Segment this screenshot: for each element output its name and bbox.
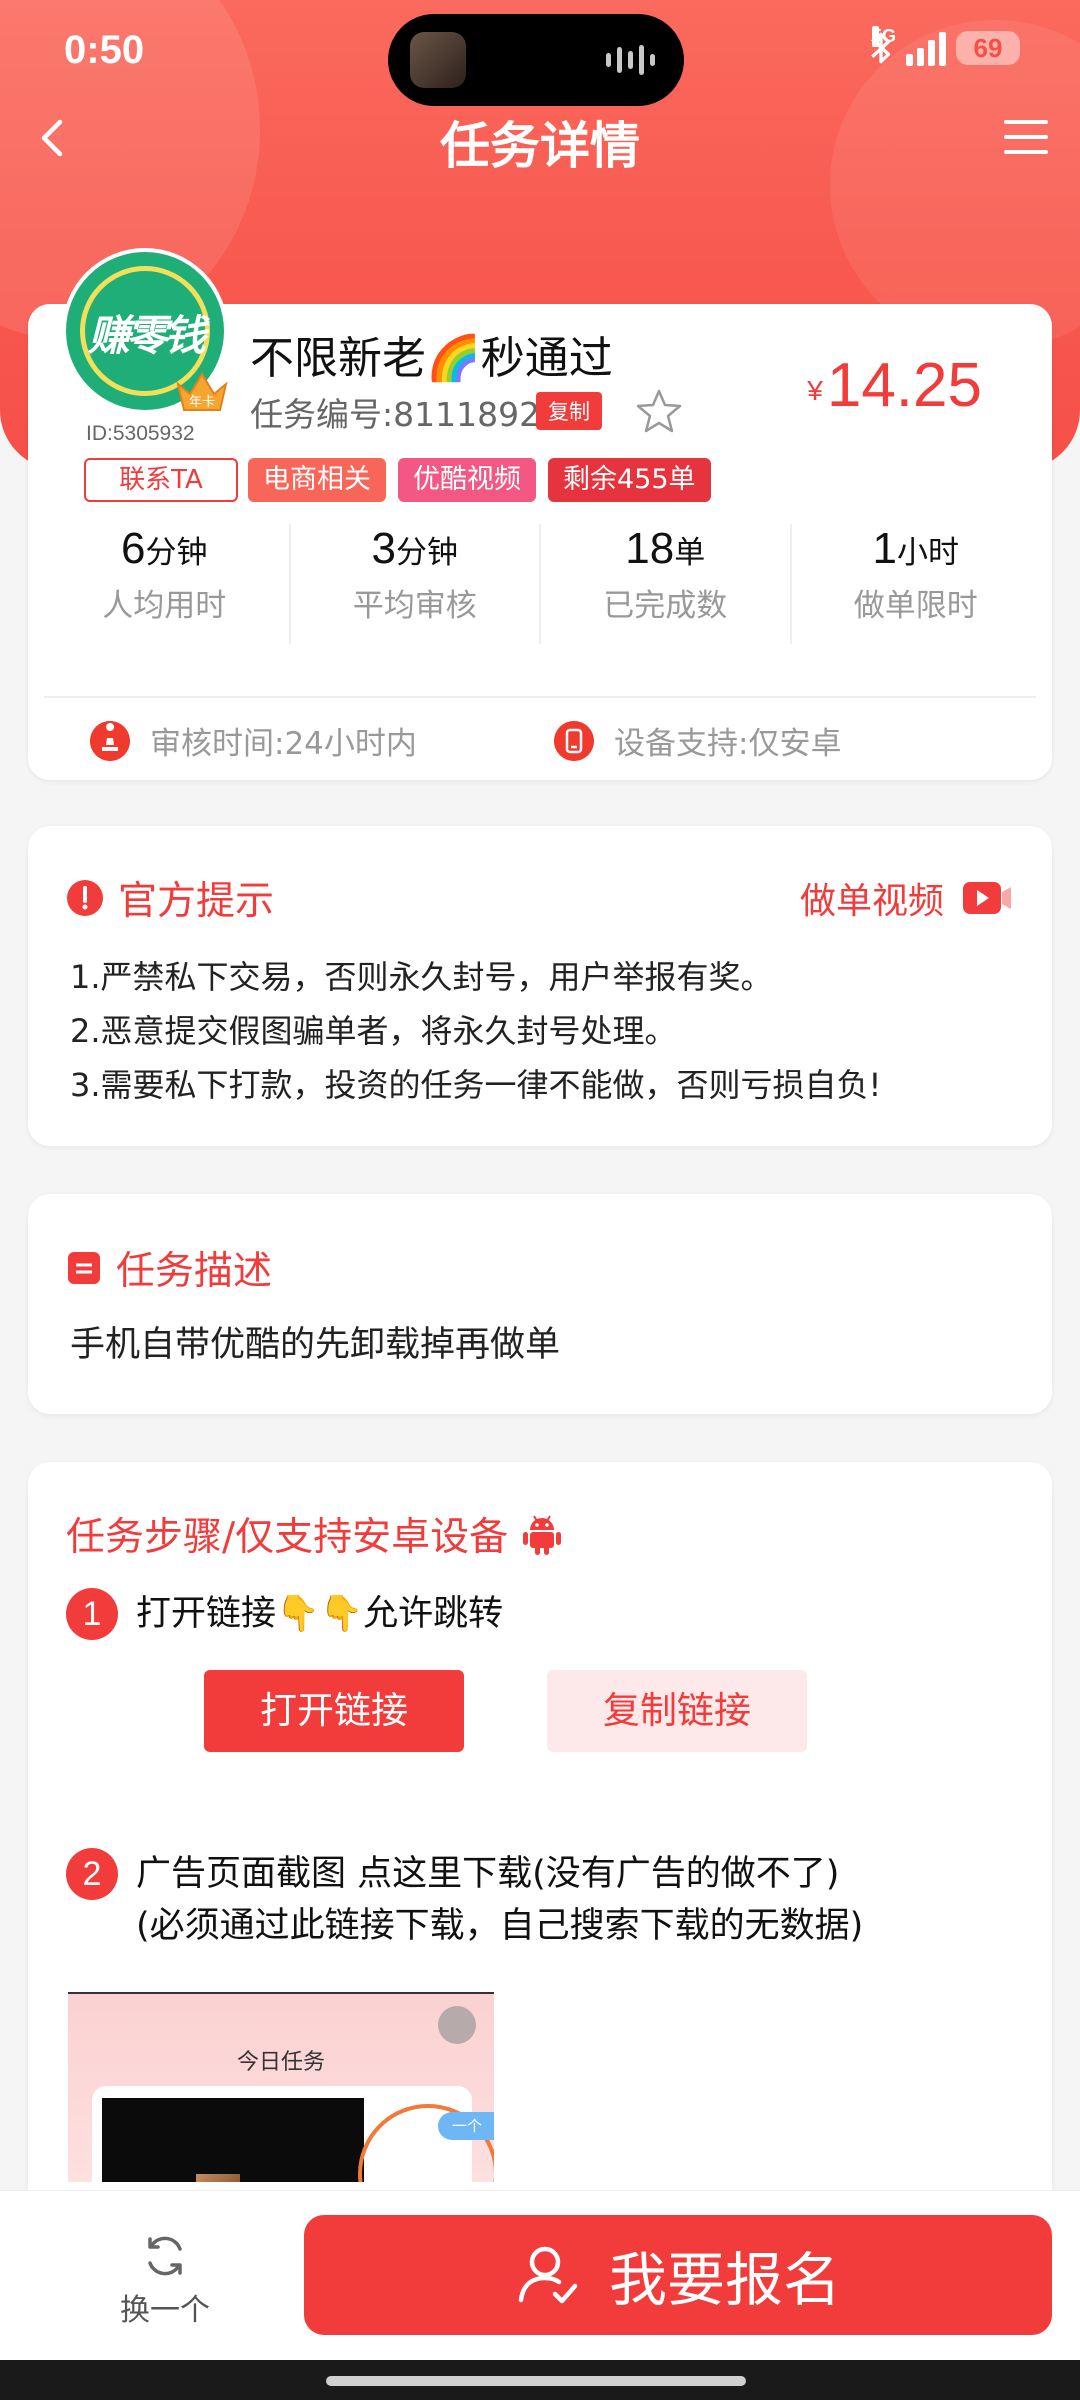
switch-label: 换一个	[120, 2293, 210, 2328]
notice-item: 3.需要私下打款，投资的任务一律不能做，否则亏损自负!	[70, 1066, 882, 1104]
media-thumbnail	[410, 32, 466, 88]
signup-label: 我要报名	[608, 2246, 841, 2314]
battery-percent: 69	[973, 33, 1003, 63]
task-title: 不限新老🌈秒通过	[250, 333, 613, 384]
steps-title: 任务步骤/仅支持安卓设备	[66, 1515, 509, 1560]
step-2[interactable]: 2 广告页面截图 点这里下载(没有广告的做不了) (必须通过此链接下载，自己搜索…	[66, 1848, 863, 1952]
review-time: 审核时间:24小时内	[90, 718, 417, 763]
document-icon	[68, 1252, 100, 1284]
stat-completed: 18单 已完成数	[541, 524, 792, 644]
status-time: 0:50	[64, 28, 145, 72]
user-check-icon	[518, 2246, 578, 2304]
stat-value: 1	[872, 524, 897, 573]
video-link-label: 做单视频	[799, 881, 944, 922]
alert-icon	[67, 880, 103, 916]
device-support-text: 设备支持:仅安卓	[614, 726, 842, 762]
copy-number-button[interactable]: 复制	[536, 392, 602, 430]
star-icon[interactable]	[634, 386, 684, 436]
network-type: 5G	[872, 26, 897, 47]
preview-video	[102, 2098, 364, 2182]
task-video-link[interactable]: 做单视频	[800, 872, 1012, 924]
price-value: 14.25	[826, 351, 982, 420]
example-screenshot[interactable]: 今日任务 一个	[68, 1992, 494, 2182]
phone-icon	[554, 720, 594, 761]
notice-title: 官方提示	[118, 879, 275, 924]
dynamic-island[interactable]	[388, 14, 684, 106]
notice-list: 1.严禁私下交易，否则永久封号，用户举报有奖。 2.恶意提交假图骗单者，将永久封…	[70, 950, 1022, 1112]
notice-item: 2.恶意提交假图骗单者，将永久封号处理。	[70, 1012, 677, 1050]
notice-header: 官方提示	[66, 870, 274, 926]
stat-label: 已完成数	[603, 588, 728, 624]
tag-platform: 优酷视频	[398, 458, 536, 502]
stat-value: 6	[121, 524, 146, 573]
task-tags: 电商相关 优酷视频 剩余455单	[248, 458, 711, 502]
stat-unit: 单	[674, 535, 706, 571]
steps-header: 任务步骤/仅支持安卓设备	[66, 1506, 562, 1562]
official-notice-card: 官方提示 做单视频 1.严禁私下交易，否则永久封号，用户举报有奖。 2.恶意提交…	[28, 826, 1052, 1146]
stat-avg-time: 6分钟 人均用时	[40, 524, 291, 644]
status-bar: 0:50 5G 69	[0, 0, 1080, 110]
step-text: 广告页面截图 点这里下载(没有广告的做不了) (必须通过此链接下载，自己搜索下载…	[136, 1848, 863, 1952]
stat-label: 人均用时	[102, 588, 227, 624]
switch-task-button[interactable]: 换一个	[110, 2231, 220, 2329]
stat-label: 做单限时	[853, 588, 978, 624]
avatar-text: 赚零钱	[87, 311, 206, 360]
tag-category: 电商相关	[248, 458, 386, 502]
task-steps-card: 任务步骤/仅支持安卓设备 1 打开链接👇👇允许跳转 打开链接 复制链接 2 广告…	[28, 1462, 1052, 2222]
task-price: ¥14.25	[807, 350, 982, 421]
step-1: 1 打开链接👇👇允许跳转	[66, 1588, 503, 1640]
step-number: 2	[66, 1848, 118, 1900]
stat-value: 18	[625, 524, 675, 573]
preview-tag: 一个	[438, 2112, 494, 2140]
contact-button[interactable]: 联系TA	[84, 458, 238, 502]
stat-time-limit: 1小时 做单限时	[792, 524, 1041, 644]
navigation-bar: 任务详情	[0, 100, 1080, 180]
stat-label: 平均审核	[352, 588, 477, 624]
close-icon	[438, 2006, 476, 2044]
crown-icon: 年卡	[176, 372, 228, 411]
android-icon	[523, 1515, 562, 1555]
copy-link-button[interactable]: 复制链接	[547, 1670, 807, 1752]
refresh-icon	[148, 2236, 182, 2276]
review-time-text: 审核时间:24小时内	[150, 726, 417, 762]
stat-unit: 分钟	[395, 535, 458, 571]
stat-avg-review: 3分钟 平均审核	[291, 524, 541, 644]
step-text-line: 广告页面截图 点这里下载(没有广告的做不了)	[136, 1854, 840, 1894]
task-description-card: 任务描述 手机自带优酷的先卸载掉再做单	[28, 1194, 1052, 1414]
open-link-button[interactable]: 打开链接	[204, 1670, 464, 1752]
price-currency: ¥	[807, 375, 823, 406]
task-stats: 6分钟 人均用时 3分钟 平均审核 18单 已完成数 1小时 做单限时	[40, 524, 1040, 644]
crown-badge-text: 年卡	[189, 395, 215, 410]
stamp-icon	[90, 720, 130, 761]
step-number: 1	[66, 1588, 118, 1640]
home-indicator[interactable]	[326, 2376, 746, 2386]
battery-icon: 69	[956, 31, 1020, 65]
task-number: 任务编号:8111892	[250, 395, 541, 434]
audio-wave-icon	[606, 44, 656, 76]
menu-icon[interactable]	[996, 112, 1056, 162]
system-icons: 5G 69	[866, 26, 1020, 68]
cell-signal-icon: 5G	[872, 26, 946, 66]
page-title: 任务详情	[440, 117, 640, 175]
description-header: 任务描述	[66, 1240, 272, 1296]
preview-title: 今日任务	[236, 2050, 325, 2075]
video-icon	[963, 882, 1011, 914]
task-summary-card: 赚零钱 年卡 ID:5305932 联系TA 不限新老🌈秒通过 任务编号:811…	[28, 248, 1052, 780]
stat-unit: 小时	[896, 535, 959, 571]
notice-item: 1.严禁私下交易，否则永久封号，用户举报有奖。	[70, 958, 773, 996]
description-text: 手机自带优酷的先卸载掉再做单	[70, 1325, 561, 1365]
description-title: 任务描述	[116, 1249, 273, 1294]
step-text: 打开链接👇👇允许跳转	[136, 1594, 504, 1634]
bottom-action-bar: 换一个 我要报名	[0, 2190, 1080, 2360]
user-id: ID:5305932	[86, 422, 195, 445]
device-support: 设备支持:仅安卓	[554, 718, 841, 763]
divider	[44, 696, 1036, 698]
step-text-line: (必须通过此链接下载，自己搜索下载的无数据)	[136, 1906, 864, 1946]
signup-button[interactable]: 我要报名	[304, 2215, 1052, 2335]
stat-value: 3	[371, 524, 396, 573]
stat-unit: 分钟	[145, 535, 208, 571]
tag-remaining: 剩余455单	[548, 458, 711, 502]
